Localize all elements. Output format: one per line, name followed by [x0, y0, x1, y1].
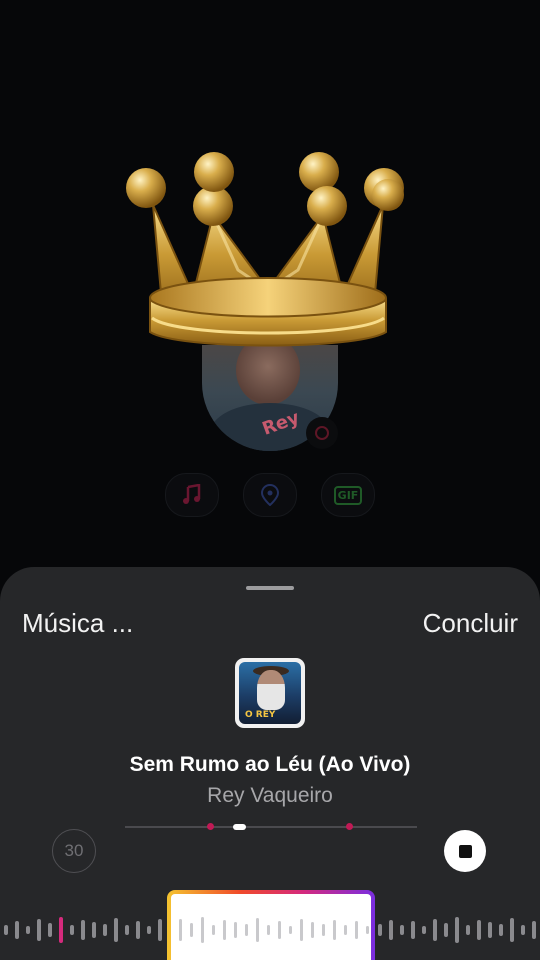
waveform-bar: [378, 924, 382, 936]
waveform-bar: [136, 921, 140, 939]
waveform-bar: [411, 921, 415, 939]
waveform-bar: [245, 924, 248, 936]
waveform-bar: [344, 925, 347, 935]
stop-button[interactable]: [444, 830, 486, 872]
waveform-bar: [322, 924, 325, 936]
waveform-bar: [37, 919, 41, 941]
location-sticker-button[interactable]: [243, 473, 297, 517]
waveform-bar: [499, 924, 503, 936]
waveform-bar: [300, 919, 303, 941]
waveform-bar: [355, 921, 358, 939]
waveform-bar: [532, 921, 536, 939]
waveform-bar: [333, 920, 336, 940]
waveform-bar: [510, 918, 514, 942]
waveform-bar: [400, 925, 404, 935]
album-cover-text: O REY: [245, 710, 276, 720]
progress-marker: [207, 823, 214, 830]
crown-sticker[interactable]: [118, 150, 418, 365]
waveform-bar: [59, 917, 63, 943]
story-canvas: Rey GIF: [0, 0, 540, 570]
music-sticker-button[interactable]: [165, 473, 219, 517]
waveform-bar: [158, 919, 162, 941]
selected-waveform: [179, 917, 369, 943]
waveform-bar: [444, 923, 448, 937]
progress-marker: [346, 823, 353, 830]
waveform-bar: [70, 925, 74, 935]
waveform-bar: [422, 926, 426, 934]
clip-selector-handle[interactable]: [167, 890, 375, 960]
waveform-bar: [147, 926, 151, 934]
song-artist: Rey Vaqueiro: [207, 784, 333, 807]
waveform-bar: [433, 919, 437, 941]
waveform-bar: [256, 918, 259, 942]
waveform-bar: [4, 925, 8, 935]
song-title: Sem Rumo ao Léu (Ao Vivo): [129, 753, 411, 776]
waveform-bar: [223, 920, 226, 940]
waveform-bar: [15, 921, 19, 939]
waveform-bar: [92, 922, 96, 938]
waveform-bar: [366, 926, 369, 934]
music-note-icon: [183, 484, 201, 504]
waveform-bar: [48, 923, 52, 937]
waveform-bar: [311, 922, 314, 938]
waveform-bar: [278, 921, 281, 939]
waveform-bar: [26, 926, 30, 934]
waveform-bar: [466, 925, 470, 935]
waveform-bar: [234, 922, 237, 938]
progress-thumb[interactable]: [233, 824, 246, 830]
sheet-grabber[interactable]: [246, 586, 294, 590]
waveform-bar: [81, 920, 85, 940]
waveform-bar: [289, 926, 292, 934]
waveform-bar: [521, 925, 525, 935]
waveform-bar: [103, 924, 107, 936]
music-bottom-sheet: Música ... Concluir O REY Sem Rumo ao Lé…: [0, 567, 540, 960]
waveform-bar: [125, 925, 129, 935]
waveform-bar: [267, 925, 270, 935]
gif-sticker-icon: GIF: [333, 485, 363, 505]
album-cover: O REY: [235, 658, 305, 728]
waveform-bar: [114, 918, 118, 942]
gif-sticker-button[interactable]: GIF: [321, 473, 375, 517]
sheet-title: Música ...: [22, 608, 134, 638]
stop-icon: [458, 844, 472, 858]
song-progress-track[interactable]: [125, 826, 417, 828]
clip-duration-button[interactable]: 30: [52, 829, 96, 873]
record-icon[interactable]: [306, 417, 338, 449]
waveform-bar: [488, 922, 492, 938]
waveform-bar: [389, 920, 393, 940]
waveform-bar: [455, 917, 459, 943]
waveform-bar: [201, 917, 204, 943]
location-pin-icon: [261, 484, 279, 506]
waveform-bar: [179, 919, 182, 941]
waveform-bar: [212, 925, 215, 935]
waveform-bar: [190, 923, 193, 937]
done-button[interactable]: Concluir: [423, 608, 518, 639]
waveform-bar: [477, 920, 481, 940]
